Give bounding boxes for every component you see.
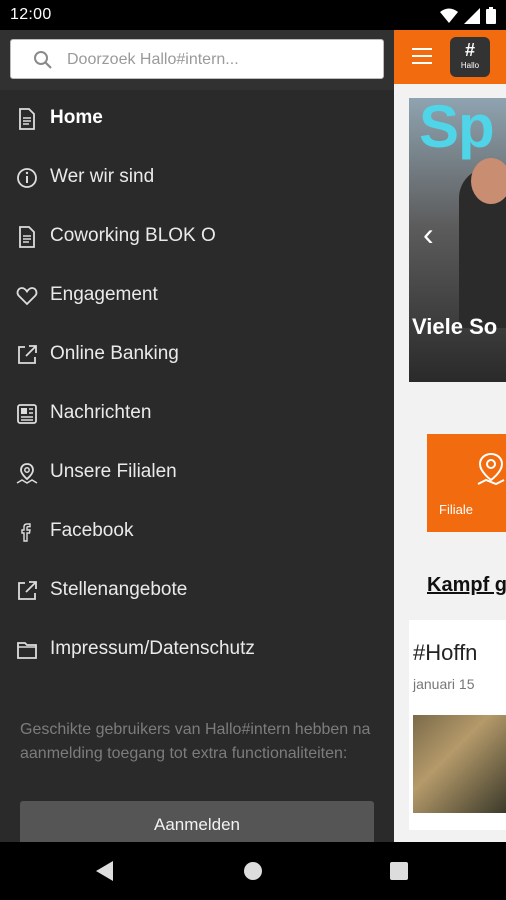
search-placeholder: Doorzoek Hallo#intern... (67, 51, 239, 68)
app-logo-text: Hallo (460, 61, 480, 70)
carousel-caption: Viele So (412, 314, 498, 339)
hamburger-menu-icon[interactable] (412, 48, 432, 64)
menu-label: Wer wir sind (50, 166, 155, 187)
wifi-icon (440, 8, 458, 23)
app-toolbar: # Hallo (394, 30, 506, 84)
menu-label: Stellenangebote (50, 579, 188, 600)
menu-item-unsere-filialen[interactable]: Unsere Filialen (0, 444, 394, 503)
background-app: # Hallo Sp ‹ Viele So Filiale Kampf g #H… (394, 30, 506, 842)
menu-item-stellenangebote[interactable]: Stellenangebote (0, 562, 394, 621)
menu-label: Online Banking (50, 343, 179, 364)
carousel-face (471, 158, 506, 204)
status-time: 12:00 (10, 6, 52, 23)
menu-label: Home (50, 107, 103, 128)
document-icon (19, 226, 35, 248)
app-logo: # Hallo (450, 37, 490, 77)
system-nav-bar (0, 842, 506, 900)
menu-label: Nachrichten (50, 402, 152, 423)
menu-label: Facebook (50, 520, 134, 541)
home-icon[interactable] (244, 862, 262, 880)
login-button[interactable]: Aanmelden (20, 801, 374, 842)
card-date: januari 15 (413, 676, 475, 692)
map-pin-icon (16, 463, 38, 484)
menu-label: Engagement (50, 284, 158, 305)
menu-item-nachrichten[interactable]: Nachrichten (0, 385, 394, 444)
recents-icon[interactable] (390, 862, 408, 880)
app-logo-symbol: # (464, 40, 475, 60)
chevron-left-icon[interactable]: ‹ (423, 216, 434, 253)
menu-item-wer-wir-sind[interactable]: Wer wir sind (0, 149, 394, 208)
status-bar: 12:00 (0, 0, 506, 30)
card-title: #Hoffn (413, 640, 478, 665)
back-icon[interactable] (96, 861, 114, 881)
facebook-icon (21, 523, 31, 542)
carousel-word: Sp (419, 98, 495, 160)
menu-item-impressum[interactable]: Impressum/Datenschutz (0, 621, 394, 680)
heart-icon (16, 287, 38, 306)
news-icon (17, 404, 37, 424)
search-icon (34, 51, 52, 69)
menu-item-home[interactable]: Home (0, 90, 394, 149)
status-icons (440, 7, 496, 24)
menu-label: Coworking BLOK O (50, 225, 216, 246)
battery-icon (486, 7, 496, 24)
search-input[interactable]: Doorzoek Hallo#intern... (10, 39, 384, 79)
signal-icon (464, 7, 480, 24)
document-icon (19, 108, 35, 130)
menu-item-coworking[interactable]: Coworking BLOK O (0, 208, 394, 267)
login-note: Geschikte gebruikers van Hallo#intern he… (20, 721, 371, 762)
info-icon (17, 168, 37, 188)
card-image (413, 715, 506, 813)
menu-label: Unsere Filialen (50, 461, 177, 482)
external-link-icon (18, 345, 37, 364)
screen: 12:00 # Hallo Sp ‹ Viele So Filiale Kamp… (0, 0, 506, 900)
map-pin-icon (477, 452, 505, 486)
folder-icon (17, 642, 37, 659)
menu-item-online-banking[interactable]: Online Banking (0, 326, 394, 385)
navigation-drawer: Doorzoek Hallo#intern... Home Wer wir si… (0, 30, 394, 842)
menu-item-facebook[interactable]: Facebook (0, 503, 394, 562)
section-link[interactable]: Kampf g (427, 574, 506, 597)
menu-label: Impressum/Datenschutz (50, 638, 255, 659)
menu-item-engagement[interactable]: Engagement (0, 267, 394, 326)
tile-label: Filiale (439, 502, 473, 517)
external-link-icon (18, 581, 37, 600)
drawer-header: Doorzoek Hallo#intern... (0, 30, 394, 90)
